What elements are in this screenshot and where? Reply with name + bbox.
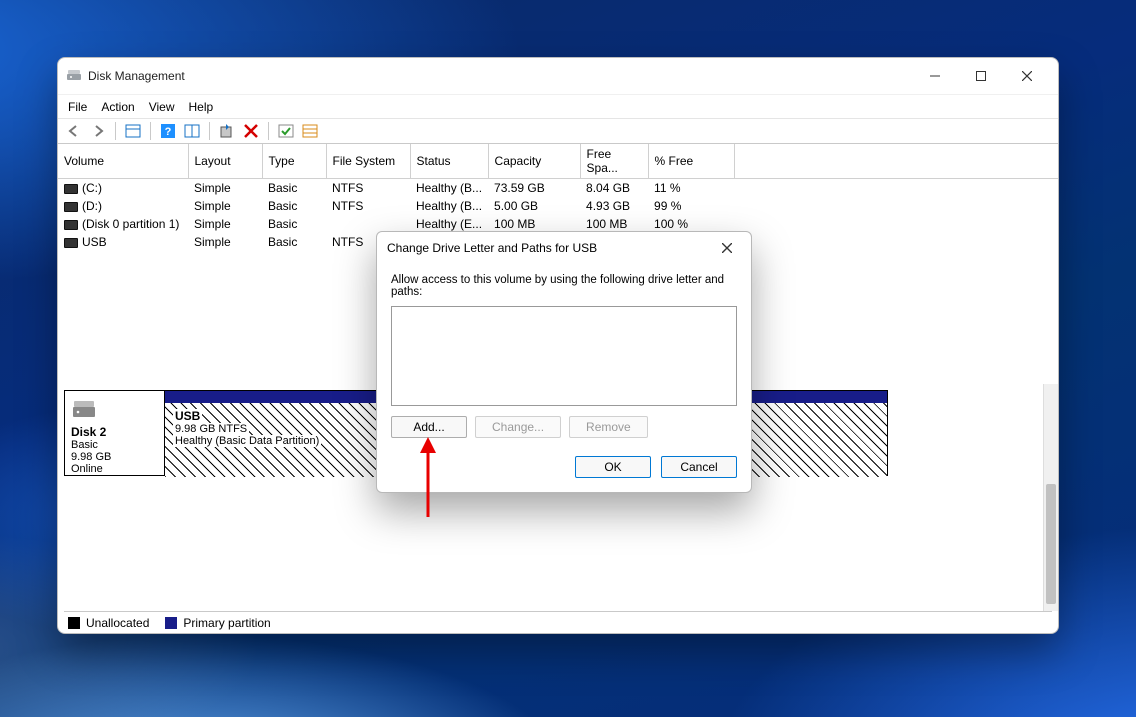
legend: Unallocated Primary partition [64,611,1052,633]
remove-button[interactable]: Remove [569,416,648,438]
menubar: File Action View Help [58,94,1058,118]
dialog-close-button[interactable] [713,237,741,259]
titlebar[interactable]: Disk Management [58,58,1058,94]
cancel-button[interactable]: Cancel [661,456,737,478]
col-pct[interactable]: % Free [648,144,734,179]
back-icon[interactable] [64,121,84,141]
ok-button[interactable]: OK [575,456,651,478]
list-icon[interactable] [300,121,320,141]
delete-icon[interactable] [241,121,261,141]
toolbar: ? [58,118,1058,144]
part-size: 9.98 GB NTFS [173,423,249,435]
col-type[interactable]: Type [262,144,326,179]
part-status: Healthy (Basic Data Partition) [173,435,321,447]
menu-view[interactable]: View [149,100,175,114]
disk-state: Online [71,463,158,475]
dialog-description: Allow access to this volume by using the… [391,274,737,298]
paths-listbox[interactable] [391,306,737,406]
dialog-title: Change Drive Letter and Paths for USB [387,241,713,255]
properties-icon[interactable] [217,121,237,141]
help-icon[interactable]: ? [158,121,178,141]
legend-primary-swatch [165,617,177,629]
window-title: Disk Management [88,69,185,83]
app-icon [66,68,82,84]
close-button[interactable] [1004,60,1050,92]
col-free[interactable]: Free Spa... [580,144,648,179]
legend-unallocated: Unallocated [86,616,149,630]
col-status[interactable]: Status [410,144,488,179]
part-label: USB [173,409,202,423]
menu-file[interactable]: File [68,100,87,114]
show-panes-icon[interactable] [182,121,202,141]
disk-type: Basic [71,439,158,451]
table-row[interactable]: (D:)SimpleBasicNTFSHealthy (B...5.00 GB4… [58,197,1058,215]
add-button[interactable]: Add... [391,416,467,438]
check-icon[interactable] [276,121,296,141]
col-volume[interactable]: Volume [58,144,188,179]
menu-action[interactable]: Action [101,100,134,114]
legend-unallocated-swatch [68,617,80,629]
table-row[interactable]: (C:)SimpleBasicNTFSHealthy (B...73.59 GB… [58,179,1058,198]
minimize-button[interactable] [912,60,958,92]
disk-size: 9.98 GB [71,451,158,463]
change-drive-letter-dialog: Change Drive Letter and Paths for USB Al… [376,231,752,493]
column-headers[interactable]: Volume Layout Type File System Status Ca… [58,144,1058,179]
maximize-button[interactable] [958,60,1004,92]
svg-text:?: ? [165,126,172,138]
menu-help[interactable]: Help [189,100,214,114]
col-layout[interactable]: Layout [188,144,262,179]
col-capacity[interactable]: Capacity [488,144,580,179]
forward-icon[interactable] [88,121,108,141]
show-hide-icon[interactable] [123,121,143,141]
disk-icon [71,397,97,423]
change-button[interactable]: Change... [475,416,561,438]
vertical-scrollbar[interactable] [1043,384,1058,611]
col-fs[interactable]: File System [326,144,410,179]
legend-primary: Primary partition [183,616,270,630]
disk-name: Disk 2 [71,425,158,439]
disk-header: Disk 2 Basic 9.98 GB Online [65,391,165,475]
